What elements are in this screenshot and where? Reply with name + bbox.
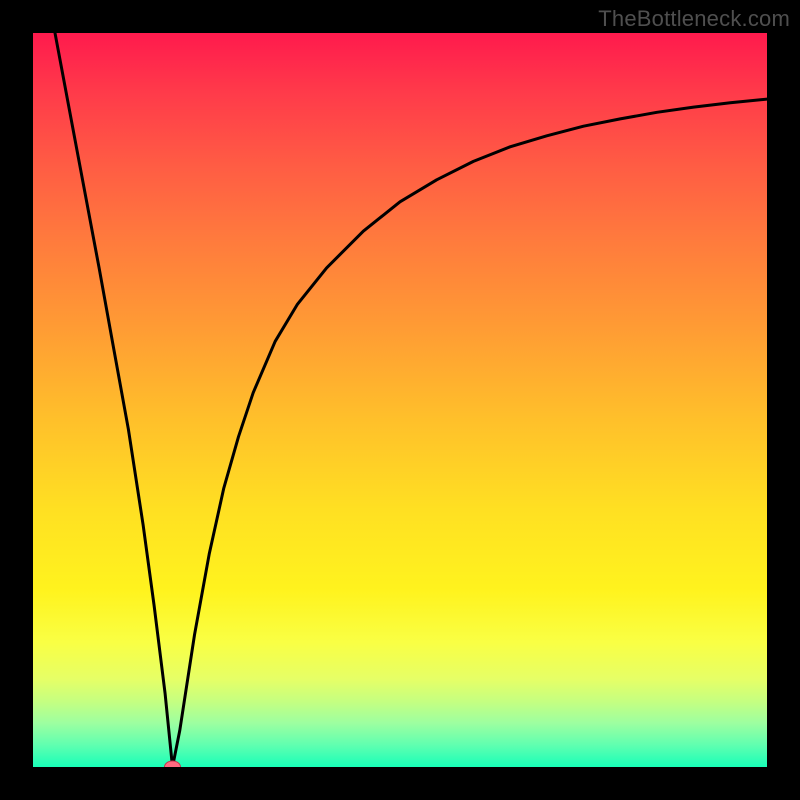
watermark-text: TheBottleneck.com (598, 6, 790, 32)
chart-frame: TheBottleneck.com (0, 0, 800, 800)
plot-area (33, 33, 767, 767)
bottleneck-curve (55, 33, 767, 767)
curve-svg (33, 33, 767, 767)
min-marker (165, 761, 181, 767)
